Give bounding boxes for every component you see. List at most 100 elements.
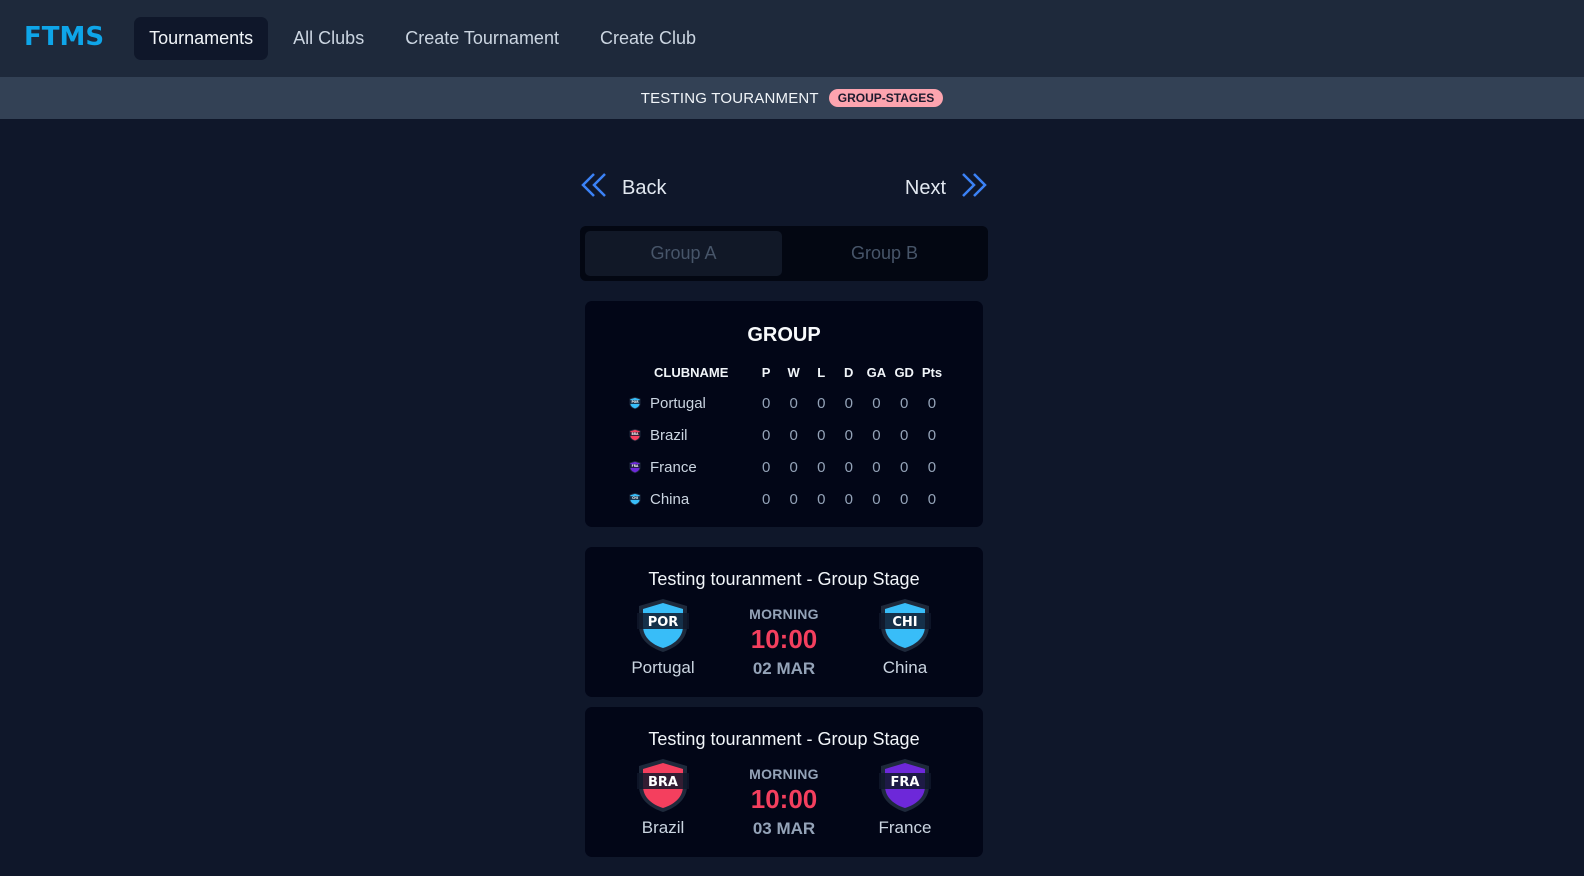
match-time: 10:00 xyxy=(750,624,818,654)
back-button[interactable]: Back xyxy=(580,171,666,205)
club-crest-icon: BRA xyxy=(633,756,693,814)
standings-stat-cell: 0 xyxy=(761,426,771,444)
standings-stat-cell: 0 xyxy=(844,394,853,412)
away-team-name: China xyxy=(882,658,928,677)
club-crest-icon: CHI xyxy=(628,491,642,507)
standings-club-name[interactable]: China xyxy=(650,491,689,508)
standings-club-cell: BRA Brazil xyxy=(585,419,752,451)
standings-stat-cell: 0 xyxy=(872,490,881,508)
standings-table: CLUBNAME P W L D GA GD Pts POR Portugal 0 0… xyxy=(585,357,983,515)
svg-text:POR: POR xyxy=(648,615,679,630)
match-card[interactable]: Testing touranment - Group Stage POR Portu… xyxy=(585,547,983,697)
standings-club-cell: FRA France xyxy=(585,451,752,483)
away-team[interactable]: CHI China xyxy=(860,596,950,678)
match-period: MORNING xyxy=(749,766,819,782)
col-clubname: CLUBNAME xyxy=(654,364,729,380)
standings-stat-cell: 0 xyxy=(900,394,909,412)
svg-text:CHI: CHI xyxy=(892,615,917,630)
home-team-name: Portugal xyxy=(631,658,695,677)
match-row: POR Portugal MORNING 10:00 02 MAR CHI China xyxy=(585,596,983,679)
standings-stat-cell: 0 xyxy=(844,458,853,476)
standings-club-cell: POR Portugal xyxy=(585,387,752,419)
standings-stat-cell: 0 xyxy=(844,426,853,444)
standings-stat-cell: 0 xyxy=(817,490,826,508)
svg-text:BRA: BRA xyxy=(632,432,640,436)
double-chevron-left-icon xyxy=(580,171,608,205)
app-logo[interactable]: FTMS xyxy=(24,22,104,52)
match-row: BRA Brazil MORNING 10:00 03 MAR FRA France xyxy=(585,756,983,839)
standings-stat-cell: 0 xyxy=(817,458,826,476)
match-date: 03 MAR xyxy=(752,819,816,838)
tournament-header-bar: TESTING TOURANMENT GROUP-STAGES xyxy=(0,77,1584,119)
standings-club-name[interactable]: Brazil xyxy=(650,427,688,444)
club-crest-icon: POR xyxy=(628,395,642,411)
nav-create-club[interactable]: Create Club xyxy=(585,17,711,60)
kickoff-block: MORNING 10:00 03 MAR xyxy=(749,756,819,839)
standings-stat-cell: 0 xyxy=(927,426,937,444)
svg-text:POR: POR xyxy=(631,400,639,404)
nav-all-clubs[interactable]: All Clubs xyxy=(278,17,379,60)
nav-tournaments[interactable]: Tournaments xyxy=(134,17,269,60)
standings-stat-cell: 0 xyxy=(900,458,909,476)
tournament-name: TESTING TOURANMENT xyxy=(640,89,819,107)
standings-club-name[interactable]: Portugal xyxy=(650,395,706,412)
standings-club-name[interactable]: France xyxy=(650,459,697,476)
col-goals-against: GA xyxy=(866,364,887,380)
match-date: 02 MAR xyxy=(752,659,816,678)
match-period: MORNING xyxy=(749,606,819,622)
double-chevron-right-icon xyxy=(960,171,988,205)
main-nav: Tournaments All Clubs Create Tournament … xyxy=(134,17,711,60)
match-title: Testing touranment - Group Stage xyxy=(648,729,920,749)
standings-row: CHI China 0 0 0 0 0 0 0 xyxy=(585,483,983,515)
standings-stat-cell: 0 xyxy=(872,394,881,412)
standings-stat-cell: 0 xyxy=(900,426,909,444)
club-crest-icon: CHI xyxy=(875,596,935,654)
standings-stat-cell: 0 xyxy=(844,490,853,508)
standings-stat-cell: 0 xyxy=(789,458,798,476)
next-button[interactable]: Next xyxy=(905,171,988,205)
standings-stat-cell: 0 xyxy=(927,490,937,508)
standings-stat-cell: 0 xyxy=(927,458,937,476)
tab-group-b[interactable]: Group B xyxy=(786,231,983,276)
match-card[interactable]: Testing touranment - Group Stage BRA Brazi… xyxy=(585,707,983,857)
standings-row: FRA France 0 0 0 0 0 0 0 xyxy=(585,451,983,483)
standings-stat-cell: 0 xyxy=(872,458,881,476)
svg-text:CHI: CHI xyxy=(632,496,638,500)
home-team-name: Brazil xyxy=(641,818,685,837)
tab-group-a[interactable]: Group A xyxy=(585,231,782,276)
main-content: Back Next Group A Group B GROUP CLUBNAME… xyxy=(580,119,988,857)
nav-create-tournament[interactable]: Create Tournament xyxy=(390,17,574,60)
group-tabs: Group A Group B xyxy=(580,226,988,281)
standings-header-row: CLUBNAME P W L D GA GD Pts xyxy=(585,357,983,387)
away-team-name: France xyxy=(878,818,932,837)
next-label: Next xyxy=(904,176,946,199)
match-title: Testing touranment - Group Stage xyxy=(648,569,920,589)
col-drawn: D xyxy=(844,364,854,380)
standings-club-cell: CHI China xyxy=(585,483,752,515)
top-navbar: FTMS Tournaments All Clubs Create Tourna… xyxy=(0,0,1584,77)
stage-pager: Back Next xyxy=(580,171,988,205)
standings-stat-cell: 0 xyxy=(817,394,826,412)
club-crest-icon: FRA xyxy=(875,756,935,814)
svg-text:FRA: FRA xyxy=(891,775,920,790)
standings-stat-cell: 0 xyxy=(789,490,798,508)
home-team[interactable]: BRA Brazil xyxy=(618,756,708,838)
standings-stat-cell: 0 xyxy=(761,458,771,476)
standings-spacer-cell xyxy=(946,483,983,515)
standings-stat-cell: 0 xyxy=(872,426,881,444)
standings-row: BRA Brazil 0 0 0 0 0 0 0 xyxy=(585,419,983,451)
back-label: Back xyxy=(622,176,667,199)
standings-stat-cell: 0 xyxy=(789,426,798,444)
home-team[interactable]: POR Portugal xyxy=(618,596,708,678)
col-won: W xyxy=(787,364,800,380)
match-time: 10:00 xyxy=(750,784,818,814)
standings-card: GROUP CLUBNAME P W L D GA GD Pts POR Port… xyxy=(585,301,983,527)
standings-spacer-cell xyxy=(946,419,983,451)
kickoff-block: MORNING 10:00 02 MAR xyxy=(749,596,819,679)
club-crest-icon: POR xyxy=(633,596,693,654)
away-team[interactable]: FRA France xyxy=(860,756,950,838)
standings-stat-cell: 0 xyxy=(927,394,937,412)
col-spacer xyxy=(946,357,983,387)
standings-stat-cell: 0 xyxy=(900,490,909,508)
col-played: P xyxy=(761,364,771,380)
